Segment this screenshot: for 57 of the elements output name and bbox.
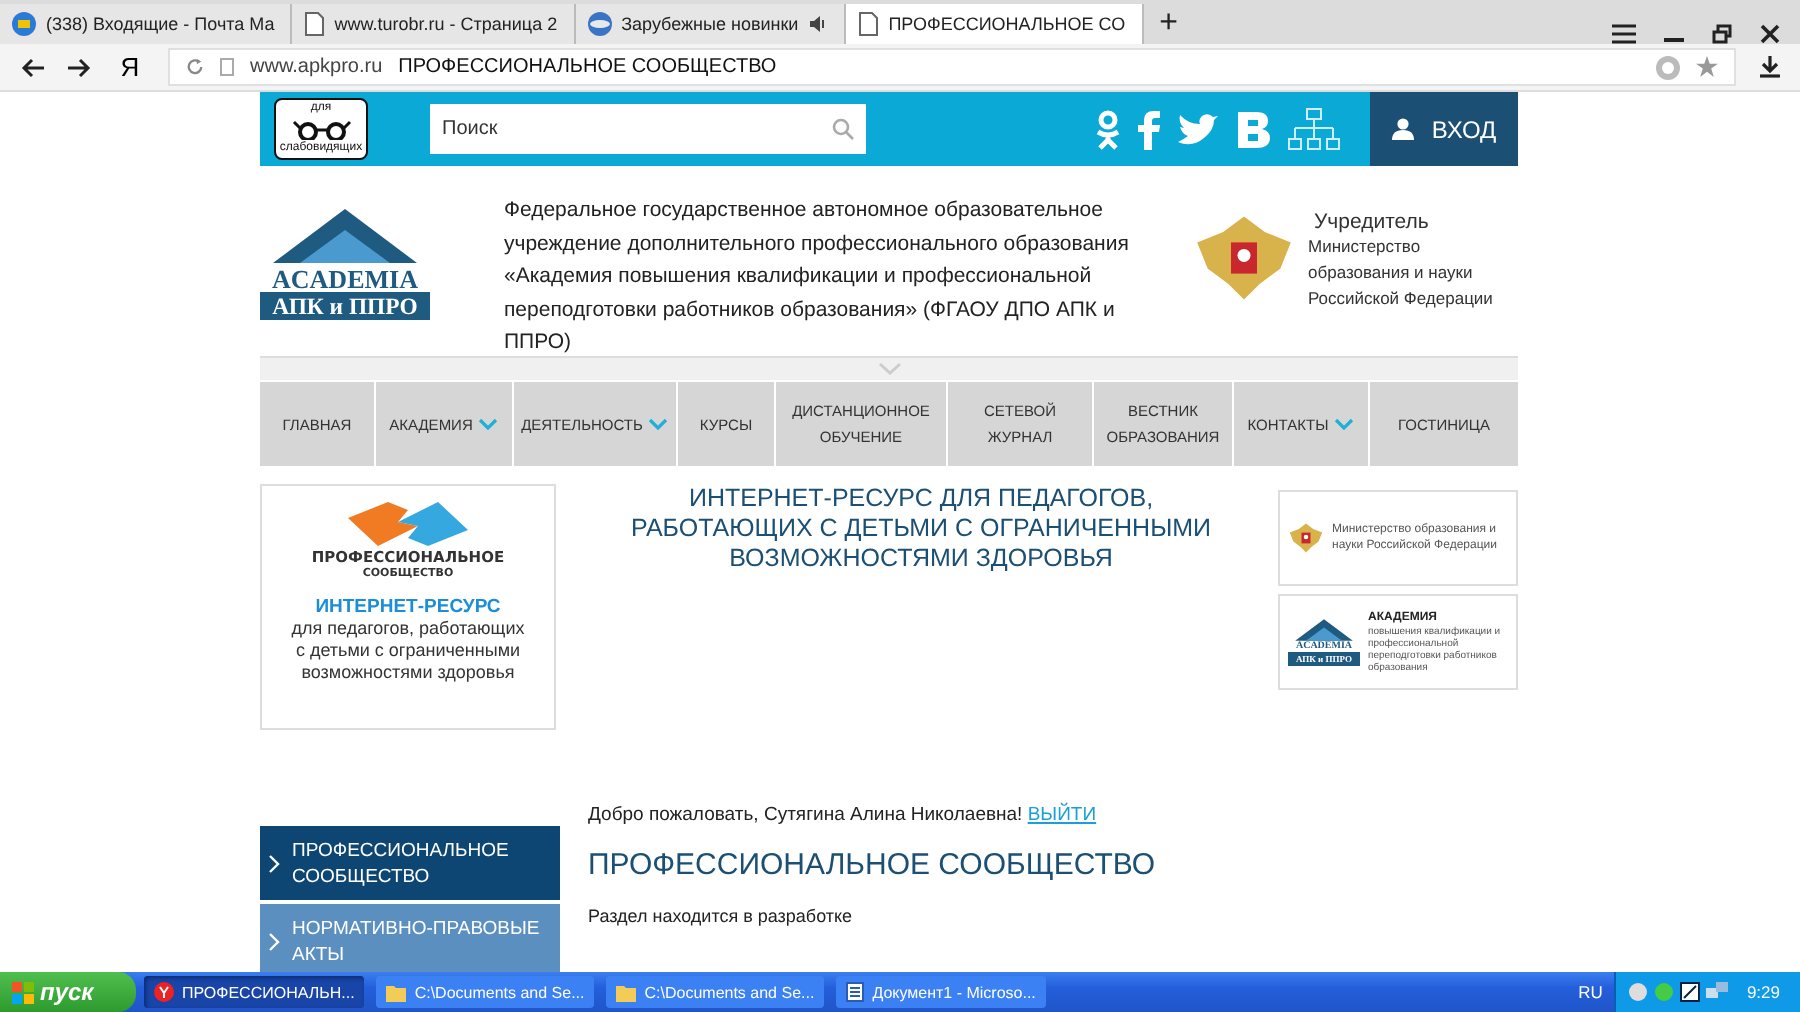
browser-tab[interactable]: Зарубежные новинки — [575, 4, 847, 44]
banner-heading: ИНТЕРНЕТ-РЕСУРС ДЛЯ ПЕДАГОГОВ, РАБОТАЮЩИХ С ДЕТЬМИ С ОГРАНИЧЕННЫМИ ВОЗМОЖНОСТЯМИ ЗДОРОВЬЯ — [628, 484, 1214, 574]
search-placeholder: Поиск — [442, 118, 498, 140]
login-button[interactable]: ВХОД — [1370, 92, 1518, 166]
page-heading: ПРОФЕССИОНАЛЬНОЕ СООБЩЕСТВО — [588, 848, 1156, 882]
browser-tab[interactable]: ПРОФЕССИОНАЛЬНОЕ СО — [846, 4, 1144, 44]
twitter-bird-icon[interactable] — [1176, 111, 1220, 147]
folder-icon — [616, 982, 637, 1002]
taskbar-item[interactable]: Документ1 - Microso... — [836, 976, 1046, 1008]
clock: 9:29 — [1746, 982, 1780, 1002]
vk-icon[interactable] — [1236, 109, 1272, 149]
taskbar-item[interactable]: C:\Documents and Se... — [606, 976, 825, 1008]
status-text: Раздел находится в разработке — [588, 906, 855, 926]
taskbar-item[interactable]: C:\Documents and Se... — [376, 976, 595, 1008]
reload-icon[interactable] — [186, 58, 204, 76]
forward-arrow-icon[interactable] — [68, 57, 92, 77]
facebook-icon[interactable] — [1138, 109, 1160, 149]
page-icon — [304, 12, 325, 36]
card-title: ИНТЕРНЕТ-РЕСУРС — [315, 596, 501, 618]
folder-icon — [386, 982, 407, 1002]
chevron-right-icon — [268, 931, 280, 951]
odnoklassniki-icon[interactable] — [1094, 109, 1122, 149]
search-icon[interactable] — [832, 118, 854, 140]
yandex-button[interactable]: Я — [116, 52, 144, 82]
new-tab-button[interactable]: + — [1143, 4, 1194, 44]
chevron-right-icon — [268, 853, 280, 873]
download-icon[interactable] — [1760, 56, 1780, 78]
url-text: www.apkpro.ru — [250, 56, 383, 78]
speaker-icon[interactable] — [808, 14, 829, 34]
sitemap-icon[interactable] — [1288, 107, 1340, 151]
star-icon[interactable] — [1696, 56, 1718, 78]
tray-icon[interactable] — [1680, 982, 1701, 1002]
browser-logo-icon — [154, 982, 174, 1002]
windows-flag-icon — [12, 981, 34, 1003]
restore-icon[interactable] — [1712, 24, 1732, 44]
page-title: ПРОФЕССИОНАЛЬНОЕ СООБЩЕСТВО — [398, 56, 777, 78]
page-icon — [858, 12, 879, 36]
back-arrow-icon[interactable] — [20, 57, 44, 77]
founder-title: Учредитель — [1314, 210, 1431, 234]
card-text: для педагогов, работающих с детьми с ограниченными возможностями здоровья — [289, 618, 527, 684]
taskbar-item[interactable]: ПРОФЕССИОНАЛЬН... — [144, 976, 365, 1008]
user-icon — [1391, 118, 1414, 140]
browser-tab[interactable]: (338) Входящие - Почта Ма — [0, 4, 293, 44]
page-icon — [220, 58, 234, 76]
address-field[interactable]: www.apkpro.ru ПРОФЕССИОНАЛЬНОЕ СООБЩЕСТВО — [168, 48, 1736, 86]
close-icon[interactable] — [1760, 24, 1780, 44]
menu-icon[interactable] — [1612, 24, 1636, 44]
browser-tab[interactable]: www.turobr.ru - Страница 2 — [292, 4, 576, 44]
founder-name: Министерство образования и науки Российской Федерации — [1308, 234, 1495, 312]
search-field[interactable]: Поиск — [430, 104, 866, 154]
sidebar-item[interactable]: ПРОФЕССИОНАЛЬНОЕ СООБЩЕСТВО — [260, 826, 560, 900]
language-indicator[interactable]: RU — [1578, 982, 1603, 1002]
glasses-icon — [291, 119, 351, 139]
organization-description: Федеральное государственное автономное образовательное учреждение дополнительного профессионального образования «Академия повышения квалификации и профессиональной переподготовки работников образования» (ФГАОУ ДПО АПК и ППРО) — [504, 196, 1131, 358]
academy-logo: ACADEMIA АПК и ППРО — [260, 206, 430, 321]
document-icon — [846, 982, 865, 1002]
welcome-text: Добро пожаловать, Сутягина Алина Николаевна! ВЫЙТИ — [588, 804, 1099, 826]
